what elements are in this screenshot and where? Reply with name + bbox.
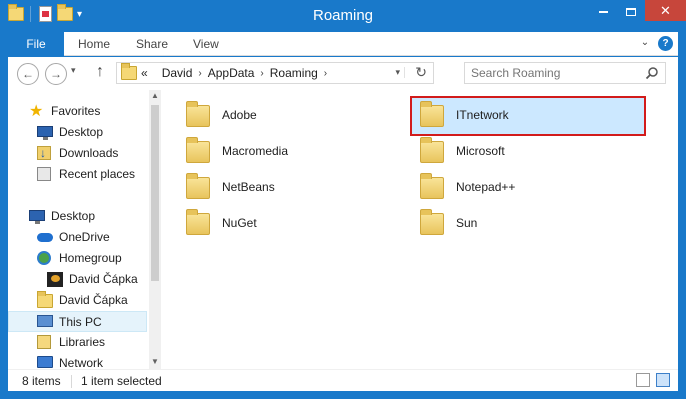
recent-places-icon (37, 167, 51, 181)
folder-item[interactable]: Notepad++ (412, 170, 644, 206)
back-arrow-icon: ← (22, 67, 34, 81)
navigation-bar: ← → ▾ ↑ « David › AppData › Roaming › ▾ … (8, 57, 678, 90)
nav-item-favorites[interactable]: ★ Favorites (29, 101, 147, 122)
folder-item[interactable]: Sun (412, 206, 644, 242)
nav-item-user-folder[interactable]: David Čápka (37, 290, 147, 311)
network-icon (37, 356, 53, 368)
nav-item-desktop[interactable]: Desktop (37, 122, 147, 143)
chevron-down-icon[interactable]: ▾ (395, 67, 405, 78)
minimize-button[interactable] (589, 0, 617, 21)
maximize-icon (626, 7, 636, 16)
status-divider (71, 375, 72, 388)
folder-icon (420, 209, 444, 235)
help-icon[interactable]: ? (658, 36, 673, 51)
folder-item[interactable]: Adobe (178, 98, 410, 134)
minimize-icon (598, 10, 608, 13)
selection-count: 1 item selected (81, 374, 162, 388)
ribbon-tabs: File Home Share View ⌄ ? (8, 32, 678, 68)
maximize-button[interactable] (617, 0, 645, 21)
scroll-thumb[interactable] (151, 105, 159, 281)
tab-view[interactable]: View (193, 32, 219, 56)
search-box[interactable] (464, 62, 666, 84)
nav-scrollbar[interactable]: ▲ ▼ (149, 90, 161, 369)
tab-home[interactable]: Home (78, 32, 110, 56)
nav-item-this-pc[interactable]: This PC (8, 311, 147, 332)
folder-icon (186, 101, 210, 127)
chevron-right-icon[interactable]: › (260, 68, 263, 79)
scroll-up-icon[interactable]: ▲ (149, 90, 161, 102)
homegroup-icon (37, 251, 51, 265)
breadcrumb-roaming[interactable]: Roaming (270, 66, 318, 80)
desktop-icon (29, 210, 45, 224)
up-arrow-icon[interactable]: ↑ (96, 63, 104, 81)
folder-item[interactable]: NetBeans (178, 170, 410, 206)
details-view-icon[interactable] (636, 373, 650, 387)
nav-item-network[interactable]: Network (37, 353, 147, 369)
navigation-pane[interactable]: ★ Favorites Desktop Downloads Recent pla… (8, 90, 158, 369)
user-icon (47, 272, 63, 287)
user-folder-icon (37, 291, 53, 308)
chevron-right-icon[interactable]: › (198, 68, 201, 79)
desktop-icon (37, 126, 53, 140)
nav-item-recent-places[interactable]: Recent places (37, 164, 147, 185)
folder-icon (186, 137, 210, 163)
breadcrumb: « David › AppData › Roaming › (141, 66, 333, 80)
breadcrumb-appdata[interactable]: AppData (208, 66, 255, 80)
selection-highlight-annotation (410, 96, 646, 136)
expand-ribbon-icon[interactable]: ⌄ (638, 36, 652, 50)
downloads-icon (37, 143, 51, 164)
large-icons-view-icon[interactable] (656, 373, 670, 387)
chevron-right-icon[interactable]: › (324, 68, 327, 79)
window-title: Roaming (312, 7, 374, 24)
folder-item[interactable]: Macromedia (178, 134, 410, 170)
title-bar[interactable]: ▾ Roaming ✕ (0, 0, 686, 32)
folder-icon (420, 173, 444, 199)
forward-arrow-icon: → (50, 67, 62, 81)
search-input[interactable] (471, 66, 641, 80)
nav-item-libraries[interactable]: Libraries (37, 332, 147, 353)
item-count: 8 items (22, 374, 61, 388)
tab-share[interactable]: Share (136, 32, 168, 56)
star-icon: ★ (29, 103, 44, 120)
nav-item-desktop-root[interactable]: Desktop (29, 206, 147, 227)
this-pc-icon (37, 315, 53, 327)
nav-item-onedrive[interactable]: OneDrive (37, 227, 147, 248)
folder-icon (186, 173, 210, 199)
nav-item-homegroup[interactable]: Homegroup (37, 248, 147, 269)
status-bar: 8 items 1 item selected (8, 369, 678, 391)
recent-locations-icon[interactable]: ▾ (71, 65, 76, 76)
folder-icon (186, 209, 210, 235)
address-folder-icon (121, 63, 137, 80)
nav-item-homegroup-user[interactable]: David Čápka (47, 269, 147, 290)
content-area: ★ Favorites Desktop Downloads Recent pla… (8, 90, 678, 369)
close-icon: ✕ (660, 3, 671, 18)
search-icon[interactable] (645, 66, 659, 80)
file-list: Adobe ITnetwork Macromedia Microsoft Net… (166, 90, 678, 369)
close-button[interactable]: ✕ (645, 0, 686, 21)
folder-item[interactable]: Microsoft (412, 134, 644, 170)
breadcrumb-overflow[interactable]: « (141, 66, 148, 80)
forward-button[interactable]: → (45, 63, 67, 85)
explorer-window: ▾ Roaming ✕ File Home Share View ⌄ ? ← →… (0, 0, 686, 399)
onedrive-icon (37, 233, 53, 242)
refresh-icon[interactable]: ↻ (415, 64, 427, 81)
back-button[interactable]: ← (17, 63, 39, 85)
scroll-down-icon[interactable]: ▼ (149, 356, 161, 368)
folder-icon (420, 137, 444, 163)
nav-item-downloads[interactable]: Downloads (37, 143, 147, 164)
address-bar[interactable]: « David › AppData › Roaming › ▾ ↻ (116, 62, 434, 84)
libraries-icon (37, 335, 51, 349)
breadcrumb-david[interactable]: David (162, 66, 193, 80)
folder-item[interactable]: NuGet (178, 206, 410, 242)
